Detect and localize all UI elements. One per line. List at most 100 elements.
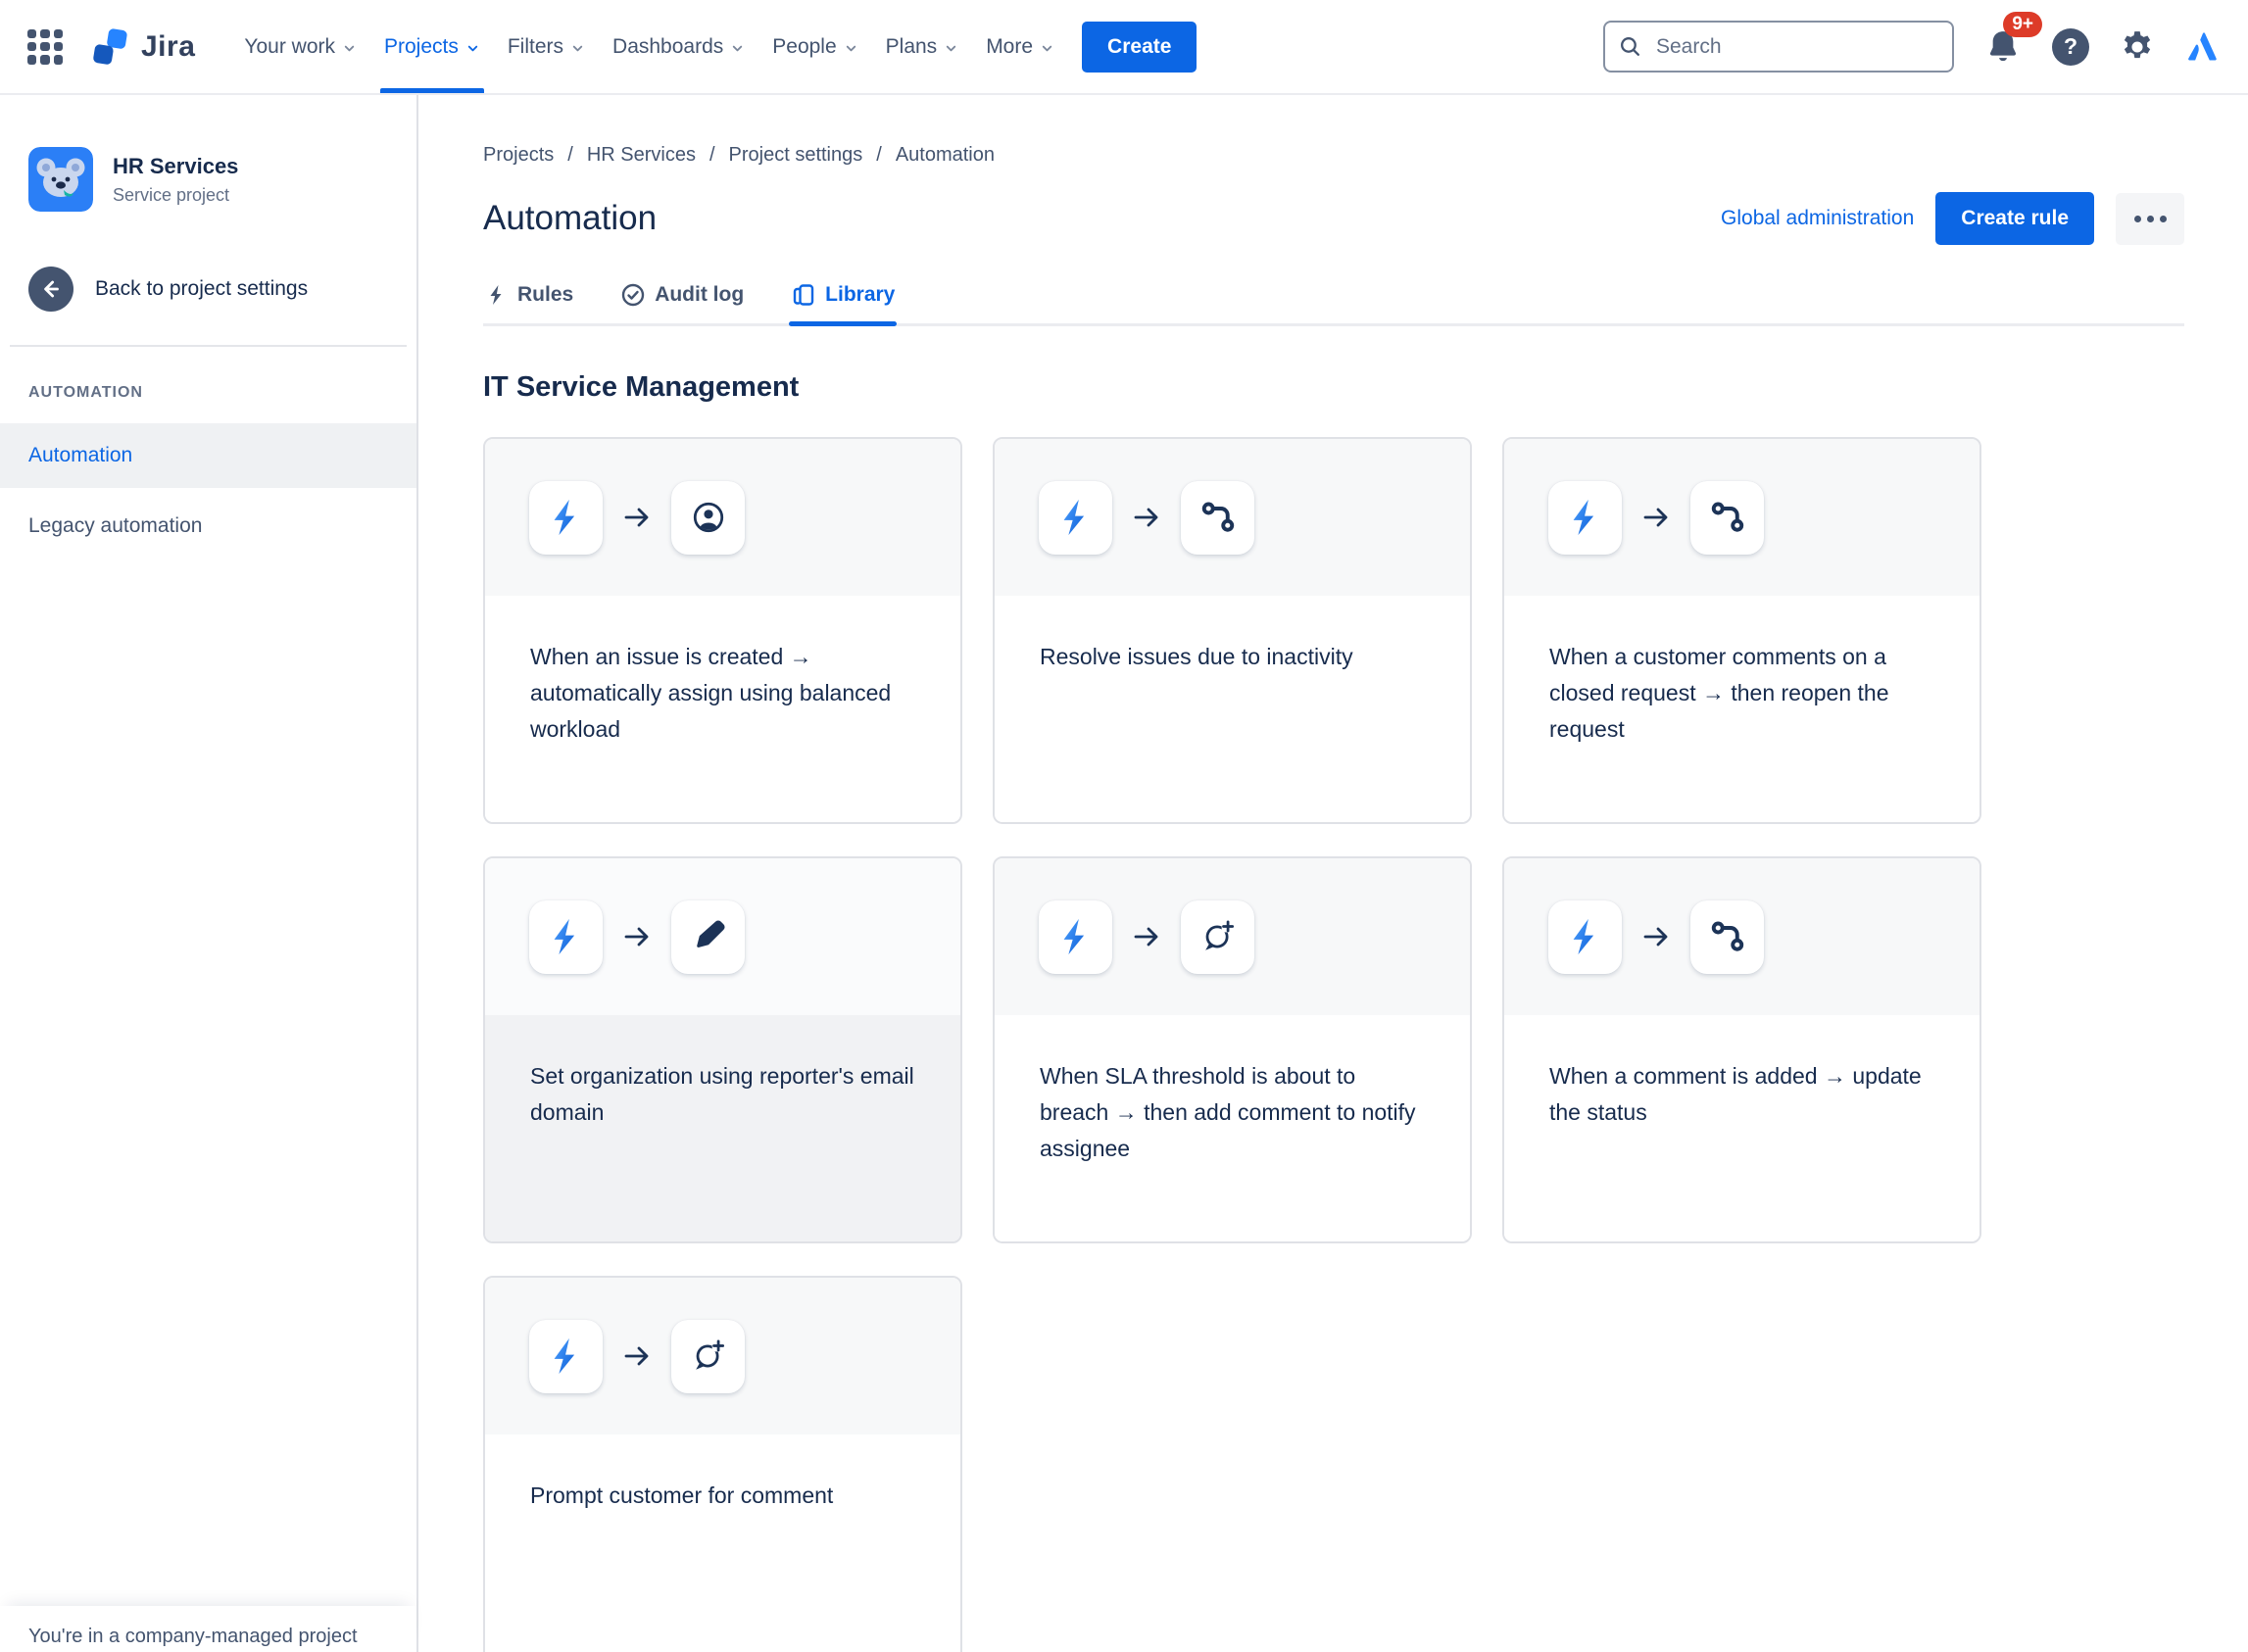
- template-card-reopen-request[interactable]: When a customer comments on a closed req…: [1502, 437, 1981, 824]
- arrow-right-icon: [621, 502, 653, 533]
- arrow-right-icon: [1131, 921, 1162, 952]
- chevron-down-icon: [944, 41, 958, 56]
- ellipsis-icon: [2133, 215, 2141, 222]
- card-icon-strip: [1504, 858, 1979, 1015]
- global-administration-link[interactable]: Global administration: [1721, 207, 1914, 230]
- card-text: Set organization using reporter's email …: [530, 1063, 914, 1125]
- nav-item-people[interactable]: People: [758, 0, 871, 93]
- template-card-prompt-customer[interactable]: Prompt customer for comment: [483, 1276, 962, 1652]
- automation-bolt-icon: [1548, 899, 1622, 974]
- jira-logo[interactable]: Jira: [88, 25, 195, 69]
- project-name: HR Services: [113, 153, 239, 178]
- nav-item-plans[interactable]: Plans: [872, 0, 973, 93]
- breadcrumb-project-settings[interactable]: Project settings: [729, 144, 863, 167]
- main-content: Projects / HR Services / Project setting…: [418, 95, 2248, 1652]
- breadcrumb-automation[interactable]: Automation: [896, 144, 995, 167]
- nav-item-more[interactable]: More: [972, 0, 1068, 93]
- sidebar-divider: [10, 345, 407, 347]
- sidebar-item-automation[interactable]: Automation: [0, 423, 416, 488]
- comment-add-icon: [1181, 899, 1254, 974]
- bolt-icon: [490, 285, 502, 305]
- question-mark-icon: ?: [2052, 27, 2089, 66]
- project-type: Service project: [113, 184, 230, 205]
- back-arrow-icon: [28, 267, 73, 312]
- breadcrumb-projects[interactable]: Projects: [483, 144, 554, 167]
- card-icon-strip: [485, 1278, 960, 1434]
- tab-library[interactable]: Library: [789, 282, 898, 326]
- template-card-set-organization[interactable]: Set organization using reporter's email …: [483, 856, 962, 1243]
- arrow-right-icon: [1640, 502, 1672, 533]
- template-card-resolve-inactivity[interactable]: Resolve issues due to inactivity: [993, 437, 1472, 824]
- comment-add-icon: [671, 1319, 745, 1393]
- arrow-right-icon: [621, 1340, 653, 1372]
- automation-bolt-icon: [1548, 480, 1622, 555]
- section-title: IT Service Management: [483, 371, 800, 403]
- nav-item-projects[interactable]: Projects: [370, 0, 494, 93]
- breadcrumb-separator: /: [709, 144, 715, 166]
- card-text: When an issue is created → automatically…: [530, 644, 892, 742]
- template-card-sla-breach[interactable]: When SLA threshold is about to breach → …: [993, 856, 1472, 1243]
- project-sidebar: HR Services Service project Back to proj…: [0, 95, 418, 1652]
- project-header: HR Services Service project: [28, 147, 416, 212]
- create-rule-button[interactable]: Create rule: [1935, 192, 2094, 245]
- chevron-down-icon: [730, 41, 745, 56]
- search-icon: [1621, 37, 1639, 56]
- template-card-comment-update-status[interactable]: When a comment is added → update the sta…: [1502, 856, 1981, 1243]
- search-input[interactable]: [1603, 21, 1954, 73]
- card-icon-strip: [995, 858, 1470, 1015]
- automation-bolt-icon: [529, 1319, 603, 1393]
- app-switcher-icon[interactable]: [27, 28, 63, 65]
- user-icon: [671, 480, 745, 555]
- automation-bolt-icon: [529, 899, 603, 974]
- help-button[interactable]: ?: [2052, 27, 2089, 66]
- automation-bolt-icon: [1039, 480, 1112, 555]
- card-text: Prompt customer for comment: [530, 1482, 834, 1508]
- card-icon-strip: [485, 858, 960, 1015]
- jira-logo-text: Jira: [141, 29, 196, 63]
- gear-icon: [2124, 30, 2151, 58]
- card-text: Resolve issues due to inactivity: [1040, 644, 1353, 669]
- nav-item-dashboards[interactable]: Dashboards: [599, 0, 758, 93]
- sidebar-items: Automation Legacy automation: [0, 423, 416, 559]
- arrow-right-icon: [1640, 921, 1672, 952]
- card-text: When SLA threshold is about to breach → …: [1040, 1063, 1416, 1161]
- card-icon-strip: [485, 439, 960, 596]
- create-button[interactable]: Create: [1082, 21, 1197, 73]
- breadcrumb: Projects / HR Services / Project setting…: [483, 144, 2184, 167]
- nav-item-your-work[interactable]: Your work: [230, 0, 370, 93]
- automation-tabs: Rules Audit log Library: [483, 282, 2184, 326]
- pages-icon: [793, 284, 814, 306]
- tab-audit-log[interactable]: Audit log: [618, 282, 746, 323]
- arrow-right-icon: [1131, 502, 1162, 533]
- card-icon-strip: [995, 439, 1470, 596]
- branch-icon: [1690, 899, 1764, 974]
- chevron-down-icon: [1040, 41, 1054, 56]
- template-card-auto-assign[interactable]: When an issue is created → automatically…: [483, 437, 962, 824]
- card-text: When a customer comments on a closed req…: [1549, 644, 1889, 742]
- chevron-down-icon: [342, 41, 357, 56]
- ellipsis-icon: [2146, 215, 2154, 222]
- arrow-right-icon: [621, 921, 653, 952]
- notifications-button[interactable]: 9+: [1983, 11, 2042, 67]
- nav-item-filters[interactable]: Filters: [494, 0, 599, 93]
- branch-icon: [1690, 480, 1764, 555]
- more-options-button[interactable]: [2116, 192, 2184, 245]
- breadcrumb-separator: /: [567, 144, 573, 166]
- settings-button[interactable]: [2119, 28, 2156, 66]
- sidebar-item-legacy-automation[interactable]: Legacy automation: [0, 494, 416, 559]
- notifications-badge: 9+: [2003, 11, 2042, 38]
- pencil-icon: [671, 899, 745, 974]
- back-to-project-settings[interactable]: Back to project settings: [28, 267, 416, 312]
- jira-logo-icon: [88, 25, 131, 69]
- automation-bolt-icon: [529, 480, 603, 555]
- card-icon-strip: [1504, 439, 1979, 596]
- search-box: [1603, 21, 1954, 73]
- atlassian-logo-icon: [2185, 29, 2221, 65]
- top-navbar: Jira Your work Projects Filters Dashboar…: [0, 0, 2248, 95]
- project-avatar: [28, 147, 93, 212]
- breadcrumb-hr-services[interactable]: HR Services: [587, 144, 696, 167]
- check-circle-icon: [621, 283, 645, 307]
- chevron-down-icon: [465, 41, 480, 56]
- template-card-grid: When an issue is created → automatically…: [483, 437, 2184, 1652]
- tab-rules[interactable]: Rules: [483, 282, 575, 323]
